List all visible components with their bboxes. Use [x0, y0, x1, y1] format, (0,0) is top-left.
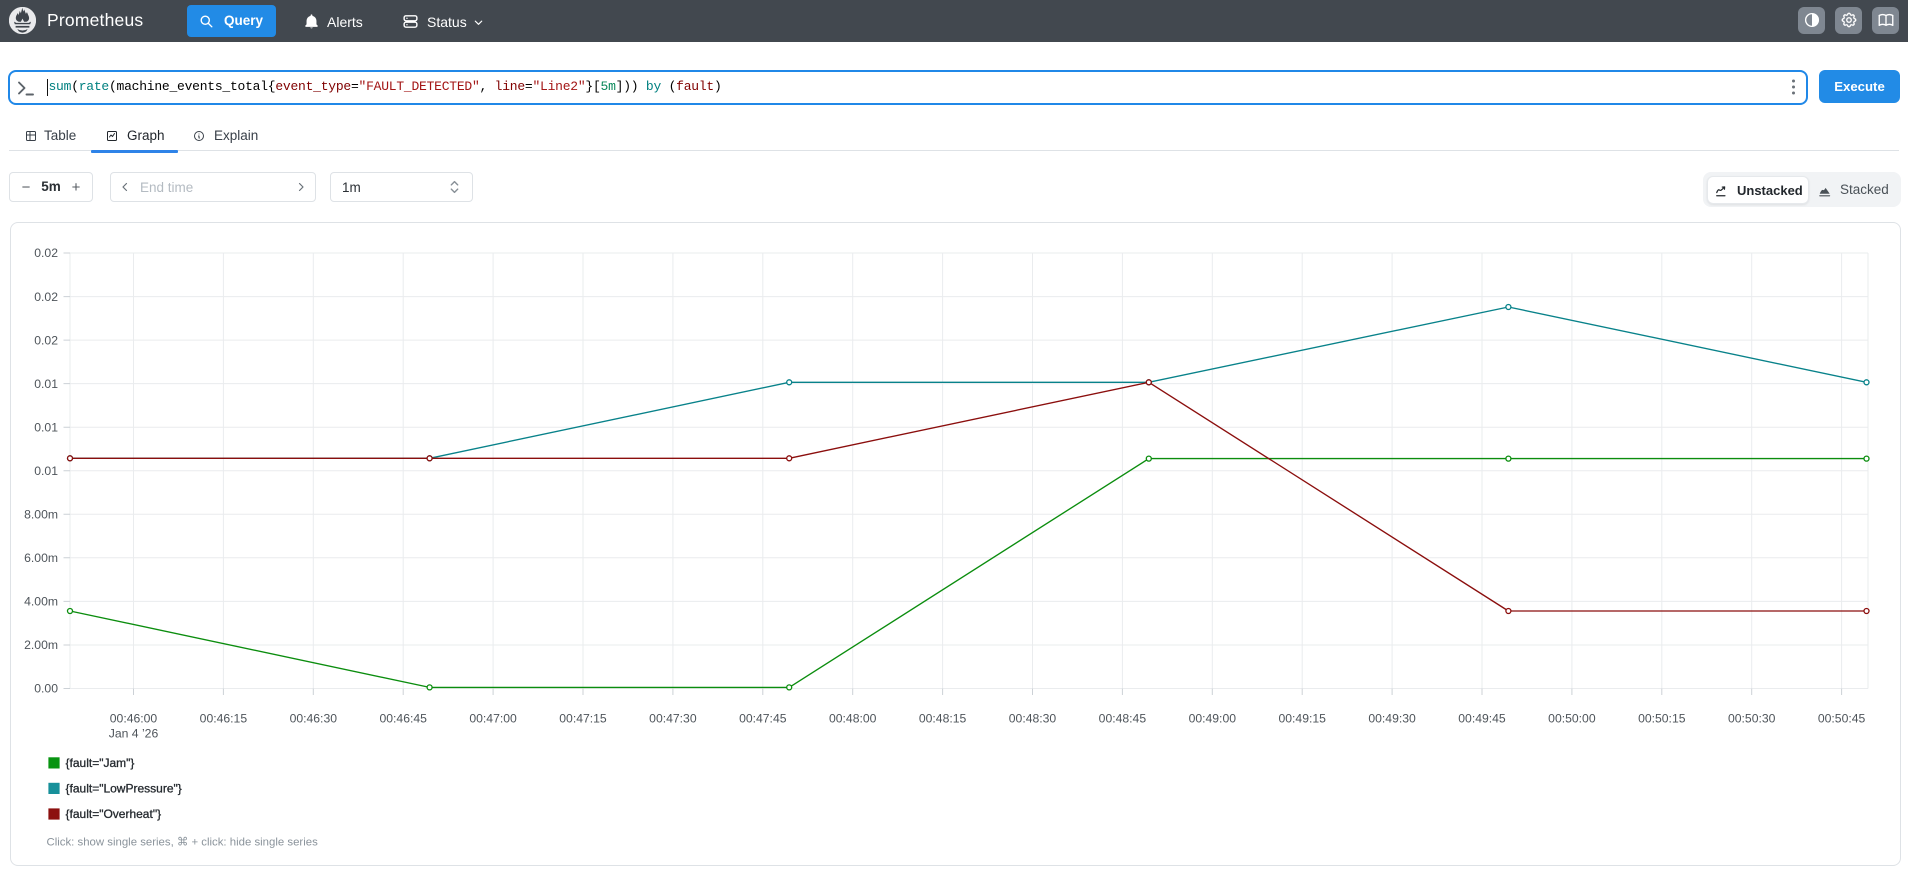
- svg-text:00:50:15: 00:50:15: [1638, 712, 1686, 726]
- svg-text:0.02: 0.02: [34, 246, 58, 260]
- svg-text:Jan 4 ’26: Jan 4 ’26: [109, 727, 159, 741]
- svg-text:00:50:00: 00:50:00: [1548, 712, 1596, 726]
- svg-text:00:50:45: 00:50:45: [1818, 712, 1866, 726]
- svg-text:00:48:15: 00:48:15: [919, 712, 967, 726]
- svg-text:6.00m: 6.00m: [24, 551, 58, 565]
- svg-text:00:50:30: 00:50:30: [1728, 712, 1776, 726]
- svg-text:00:48:30: 00:48:30: [1009, 712, 1057, 726]
- svg-text:00:46:15: 00:46:15: [200, 712, 248, 726]
- svg-text:00:49:45: 00:49:45: [1458, 712, 1506, 726]
- svg-text:{fault="Overheat"}: {fault="Overheat"}: [66, 807, 162, 821]
- svg-text:00:49:00: 00:49:00: [1189, 712, 1237, 726]
- svg-text:00:49:15: 00:49:15: [1278, 712, 1326, 726]
- svg-text:4.00m: 4.00m: [24, 595, 58, 609]
- svg-text:{fault="LowPressure"}: {fault="LowPressure"}: [66, 782, 182, 796]
- svg-text:00:46:00: 00:46:00: [110, 712, 158, 726]
- svg-text:00:48:45: 00:48:45: [1099, 712, 1147, 726]
- svg-text:00:46:45: 00:46:45: [379, 712, 427, 726]
- svg-text:00:48:00: 00:48:00: [829, 712, 877, 726]
- svg-text:{fault="Jam"}: {fault="Jam"}: [66, 756, 135, 770]
- svg-text:00:47:15: 00:47:15: [559, 712, 607, 726]
- svg-text:00:46:30: 00:46:30: [290, 712, 338, 726]
- svg-text:00:47:00: 00:47:00: [469, 712, 517, 726]
- svg-text:8.00m: 8.00m: [24, 508, 58, 522]
- svg-text:00:49:30: 00:49:30: [1368, 712, 1416, 726]
- svg-text:0.02: 0.02: [34, 333, 58, 347]
- svg-text:00:47:45: 00:47:45: [739, 712, 787, 726]
- svg-text:0.01: 0.01: [34, 464, 58, 478]
- svg-text:0.01: 0.01: [34, 420, 58, 434]
- svg-text:0.00: 0.00: [34, 682, 58, 696]
- svg-text:2.00m: 2.00m: [24, 638, 58, 652]
- svg-text:0.02: 0.02: [34, 290, 58, 304]
- svg-text:00:47:30: 00:47:30: [649, 712, 697, 726]
- svg-text:0.01: 0.01: [34, 377, 58, 391]
- svg-text:Click: show single series, ⌘ +: Click: show single series, ⌘ + click: hi…: [47, 837, 319, 849]
